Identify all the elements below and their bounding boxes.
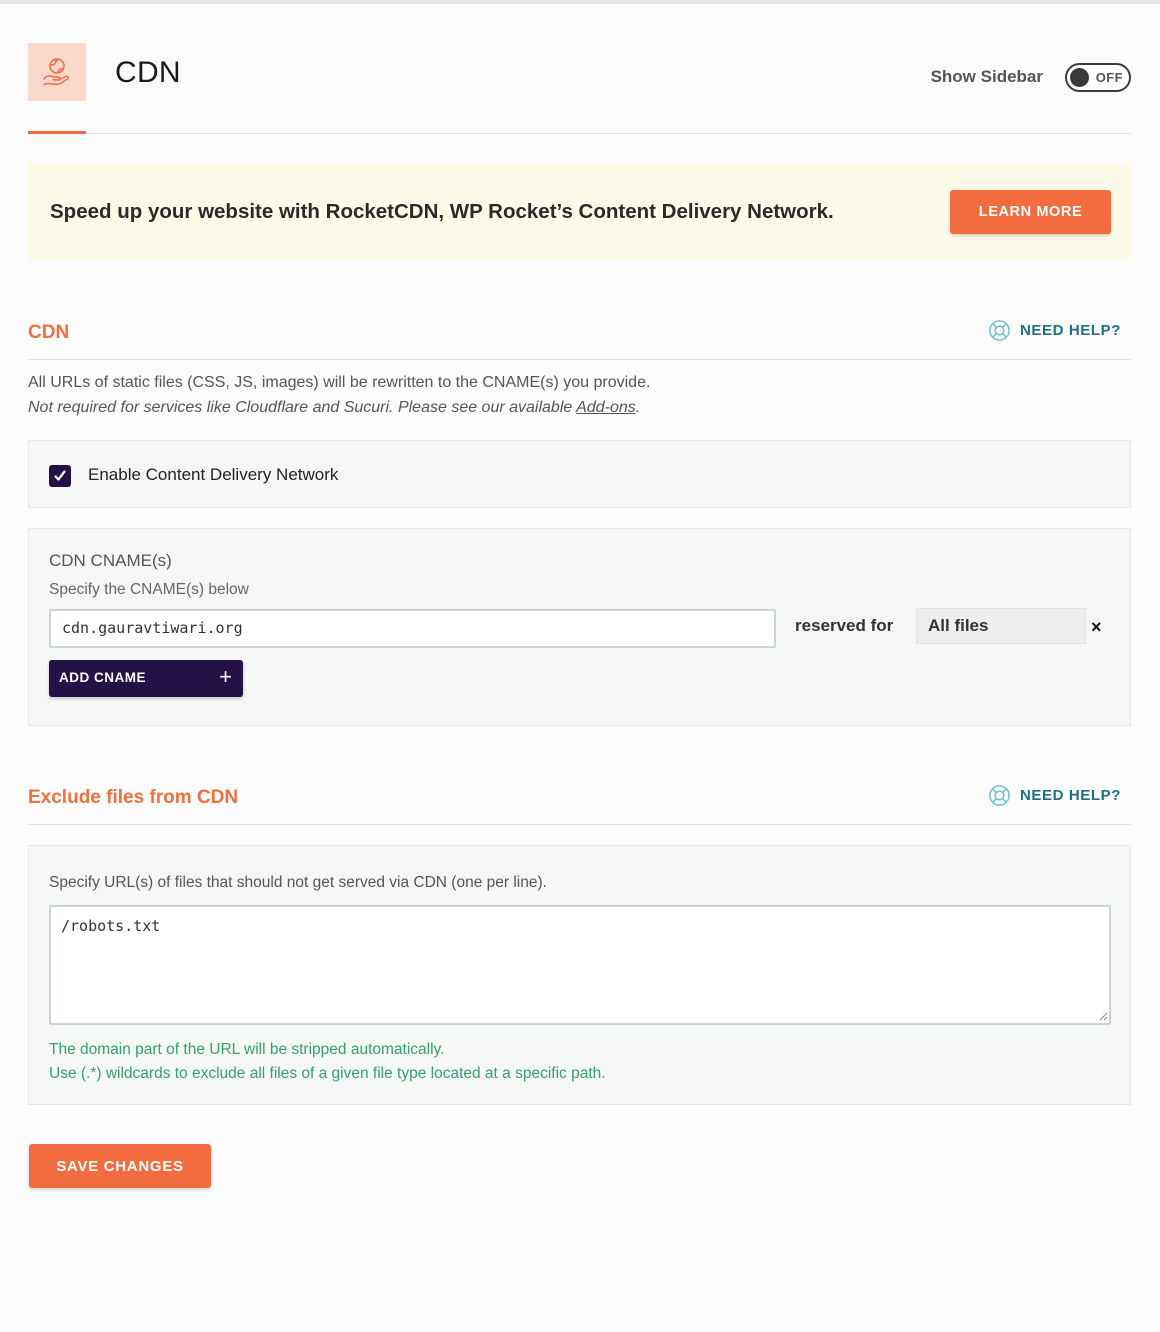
cdn-section-icon <box>28 43 86 101</box>
exclude-hint: Use (.*) wildcards to exclude all files … <box>49 1065 606 1082</box>
lifebuoy-icon <box>989 320 1010 341</box>
section-title: Exclude files from CDN <box>28 787 239 808</box>
plus-icon: + <box>219 664 232 689</box>
exclude-instruction: Specify URL(s) of files that should not … <box>49 874 547 891</box>
cdn-section-header: CDN NEED HELP? <box>28 319 1131 360</box>
cname-input[interactable]: cdn.gauravtiwari.org <box>49 609 776 648</box>
need-help-link[interactable]: NEED HELP? <box>988 319 1121 342</box>
need-help-label: NEED HELP? <box>1019 787 1121 804</box>
checkmark-icon <box>54 470 66 481</box>
enable-cdn-checkbox[interactable] <box>49 465 71 487</box>
description-period: . <box>635 399 641 416</box>
exclude-urls-textarea[interactable]: /robots.txt <box>49 905 1111 1025</box>
resize-grip-icon[interactable] <box>1099 1012 1108 1021</box>
cdn-description: All URLs of static files (CSS, JS, image… <box>28 370 650 420</box>
enable-cdn-box: Enable Content Delivery Network <box>28 440 1131 508</box>
section-title: CDN <box>28 322 70 343</box>
need-help-link[interactable]: NEED HELP? <box>988 784 1121 807</box>
exclude-hint: The domain part of the URL will be strip… <box>49 1041 445 1058</box>
page-title: CDN <box>115 56 181 89</box>
cname-title: CDN CNAME(s) <box>49 551 172 570</box>
save-changes-button[interactable]: SAVE CHANGES <box>29 1144 211 1188</box>
cname-box: CDN CNAME(s) Specify the CNAME(s) below … <box>28 528 1131 726</box>
toggle-knob <box>1070 68 1089 87</box>
exclude-box: Specify URL(s) of files that should not … <box>28 845 1131 1105</box>
learn-more-button[interactable]: LEARN MORE <box>950 190 1111 234</box>
exclude-section-header: Exclude files from CDN NEED HELP? <box>28 784 1131 825</box>
globe-hand-icon <box>43 58 69 86</box>
description-note: Not required for services like Cloudflar… <box>28 399 640 416</box>
description-note-text: Not required for services like Cloudflar… <box>28 399 573 416</box>
enable-cdn-label[interactable]: Enable Content Delivery Network <box>88 465 338 485</box>
description-line: All URLs of static files (CSS, JS, image… <box>28 374 651 391</box>
need-help-label: NEED HELP? <box>1019 322 1121 339</box>
active-tab-indicator <box>28 131 86 134</box>
top-border <box>0 0 1160 4</box>
banner-text: Speed up your website with RocketCDN, WP… <box>50 200 834 223</box>
lifebuoy-icon <box>989 785 1010 806</box>
remove-cname-icon[interactable]: × <box>1091 618 1102 636</box>
show-sidebar-label: Show Sidebar <box>930 67 1043 86</box>
toggle-state-label: OFF <box>1095 70 1123 85</box>
add-cname-button[interactable]: ADD CNAME + <box>49 660 243 697</box>
reserved-for-label: reserved for <box>795 616 894 635</box>
add-cname-label: ADD CNAME <box>59 670 146 685</box>
reserved-for-select[interactable]: All files <box>916 608 1086 644</box>
rocketcdn-banner: Speed up your website with RocketCDN, WP… <box>28 163 1131 261</box>
cname-subtitle: Specify the CNAME(s) below <box>49 581 249 598</box>
page-header: CDN Show Sidebar OFF <box>28 43 1131 134</box>
show-sidebar-toggle[interactable]: OFF <box>1065 63 1131 92</box>
addons-link[interactable]: Add-ons <box>576 399 636 416</box>
